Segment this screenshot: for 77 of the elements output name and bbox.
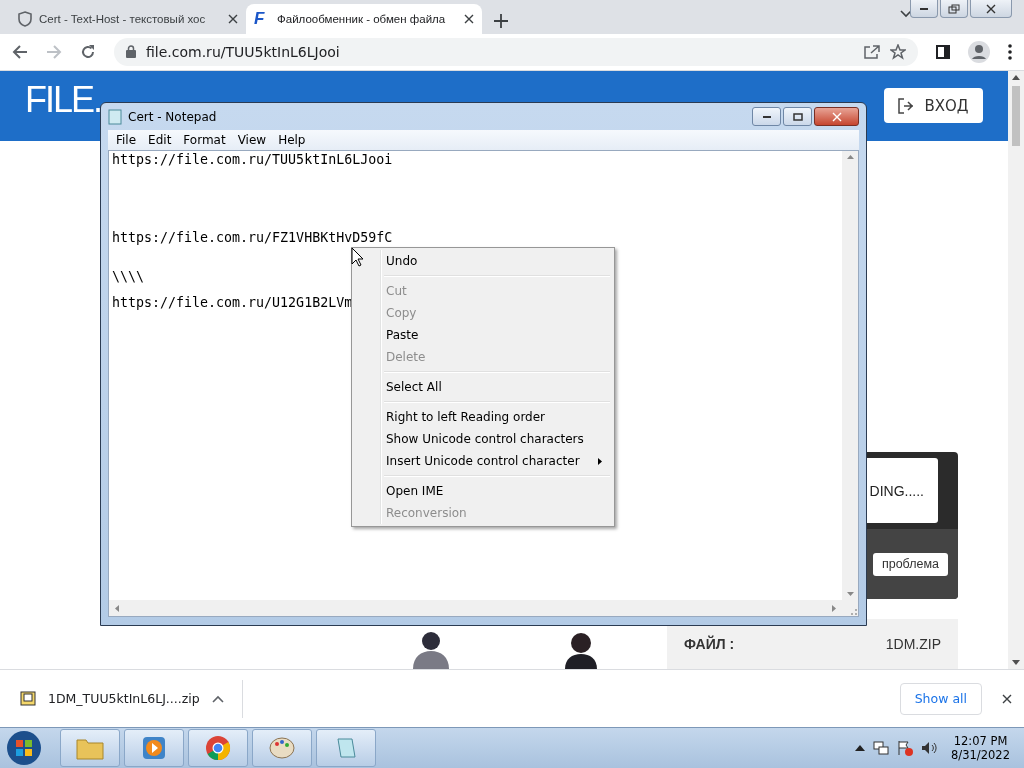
media-player-taskbar-button[interactable]	[124, 729, 184, 768]
problem-button[interactable]: проблема	[872, 552, 948, 576]
context-menu-item[interactable]: Select All	[354, 376, 612, 398]
close-button[interactable]	[970, 0, 1012, 18]
show-all-button[interactable]: Show all	[899, 682, 982, 715]
new-tab-icon[interactable]	[494, 13, 508, 28]
scrollbar-thumb[interactable]	[1012, 85, 1020, 146]
chevron-down-icon[interactable]	[900, 10, 912, 18]
scroll-left-icon[interactable]	[115, 604, 119, 612]
start-button[interactable]	[6, 730, 42, 767]
download-file-name[interactable]: 1DM_TUU5ktInL6LJ....zip	[48, 691, 200, 707]
menu-item[interactable]: Format	[177, 133, 232, 147]
browser-tab[interactable]: F Файлообменник - обмен файла	[246, 3, 482, 34]
back-icon[interactable]	[12, 43, 28, 60]
context-menu-item[interactable]: Insert Unicode control character	[354, 450, 612, 472]
minimize-button[interactable]	[910, 0, 938, 18]
grip-dots-icon[interactable]	[850, 608, 858, 616]
document-text[interactable]: \\\\ https://file.com.ru/U12G1B2LVm	[112, 270, 353, 309]
star-icon[interactable]	[890, 43, 906, 60]
scroll-down-icon[interactable]	[1012, 660, 1020, 666]
scroll-up-icon[interactable]	[1012, 74, 1020, 80]
site-logo[interactable]: FILE.	[25, 78, 102, 121]
close-button[interactable]	[814, 107, 859, 126]
folder-icon	[76, 736, 104, 761]
lock-icon	[126, 45, 136, 59]
maximize-button[interactable]	[783, 107, 812, 126]
share-icon[interactable]	[864, 44, 880, 59]
paint-taskbar-button[interactable]	[252, 729, 312, 768]
chrome-taskbar-button[interactable]	[188, 729, 248, 768]
chrome-icon	[205, 735, 231, 762]
palette-icon	[269, 736, 295, 761]
window-title: Cert - Notepad	[128, 109, 218, 124]
site-favicon: F	[254, 10, 266, 27]
context-menu-item[interactable]: Paste	[354, 324, 612, 346]
network-icon[interactable]	[873, 740, 890, 757]
clock-date[interactable]: 8/31/2022	[951, 748, 1010, 763]
close-icon[interactable]	[986, 3, 996, 14]
close-icon[interactable]	[228, 13, 238, 24]
flag-icon[interactable]	[897, 740, 914, 757]
submenu-arrow-icon	[598, 457, 602, 465]
horizontal-scrollbar[interactable]	[109, 600, 842, 616]
address-bar[interactable]: file.com.ru/TUU5ktInL6LJooi	[114, 37, 918, 66]
scroll-up-icon[interactable]	[846, 155, 854, 159]
shield-icon	[18, 10, 32, 27]
context-menu-item[interactable]: Right to left Reading order	[354, 406, 612, 428]
notepad-icon	[108, 108, 122, 125]
play-icon	[142, 736, 166, 761]
zip-file-icon	[20, 690, 36, 707]
menu-item[interactable]: View	[231, 133, 273, 147]
file-name: 1DM.ZIP	[885, 636, 941, 653]
maximize-icon	[792, 112, 803, 121]
close-icon[interactable]	[464, 13, 474, 24]
menu-icon[interactable]	[1008, 43, 1012, 60]
tray-expand-icon[interactable]	[855, 745, 866, 752]
login-icon	[898, 97, 915, 114]
restore-button[interactable]	[940, 0, 968, 18]
menu-item[interactable]: Help	[272, 133, 312, 147]
context-menu-item[interactable]: Show Unicode control characters	[354, 428, 612, 450]
context-menu-item[interactable]: Open IME	[354, 480, 612, 502]
caret-up-icon[interactable]	[211, 694, 224, 703]
mouse-pointer-icon	[351, 247, 364, 267]
vertical-scrollbar[interactable]	[842, 151, 858, 600]
side-panel-icon[interactable]	[936, 44, 950, 59]
scroll-right-icon[interactable]	[832, 604, 836, 612]
file-label: ФАЙЛ :	[684, 636, 735, 653]
page-scrollbar[interactable]	[1008, 70, 1024, 670]
notepad-icon	[334, 736, 358, 761]
menu-item[interactable]: Edit	[142, 133, 178, 147]
menu-item[interactable]: File	[110, 133, 143, 147]
close-icon[interactable]	[1002, 693, 1012, 704]
reload-icon[interactable]	[80, 43, 96, 60]
scroll-down-icon[interactable]	[846, 592, 854, 596]
clock-time[interactable]: 12:07 PM	[953, 734, 1008, 749]
login-button[interactable]: ВХОД	[884, 88, 983, 124]
browser-tab[interactable]: Cert - Text-Host - текстовый хос	[10, 3, 246, 34]
restore-icon	[948, 3, 960, 14]
profile-icon[interactable]	[968, 40, 990, 63]
